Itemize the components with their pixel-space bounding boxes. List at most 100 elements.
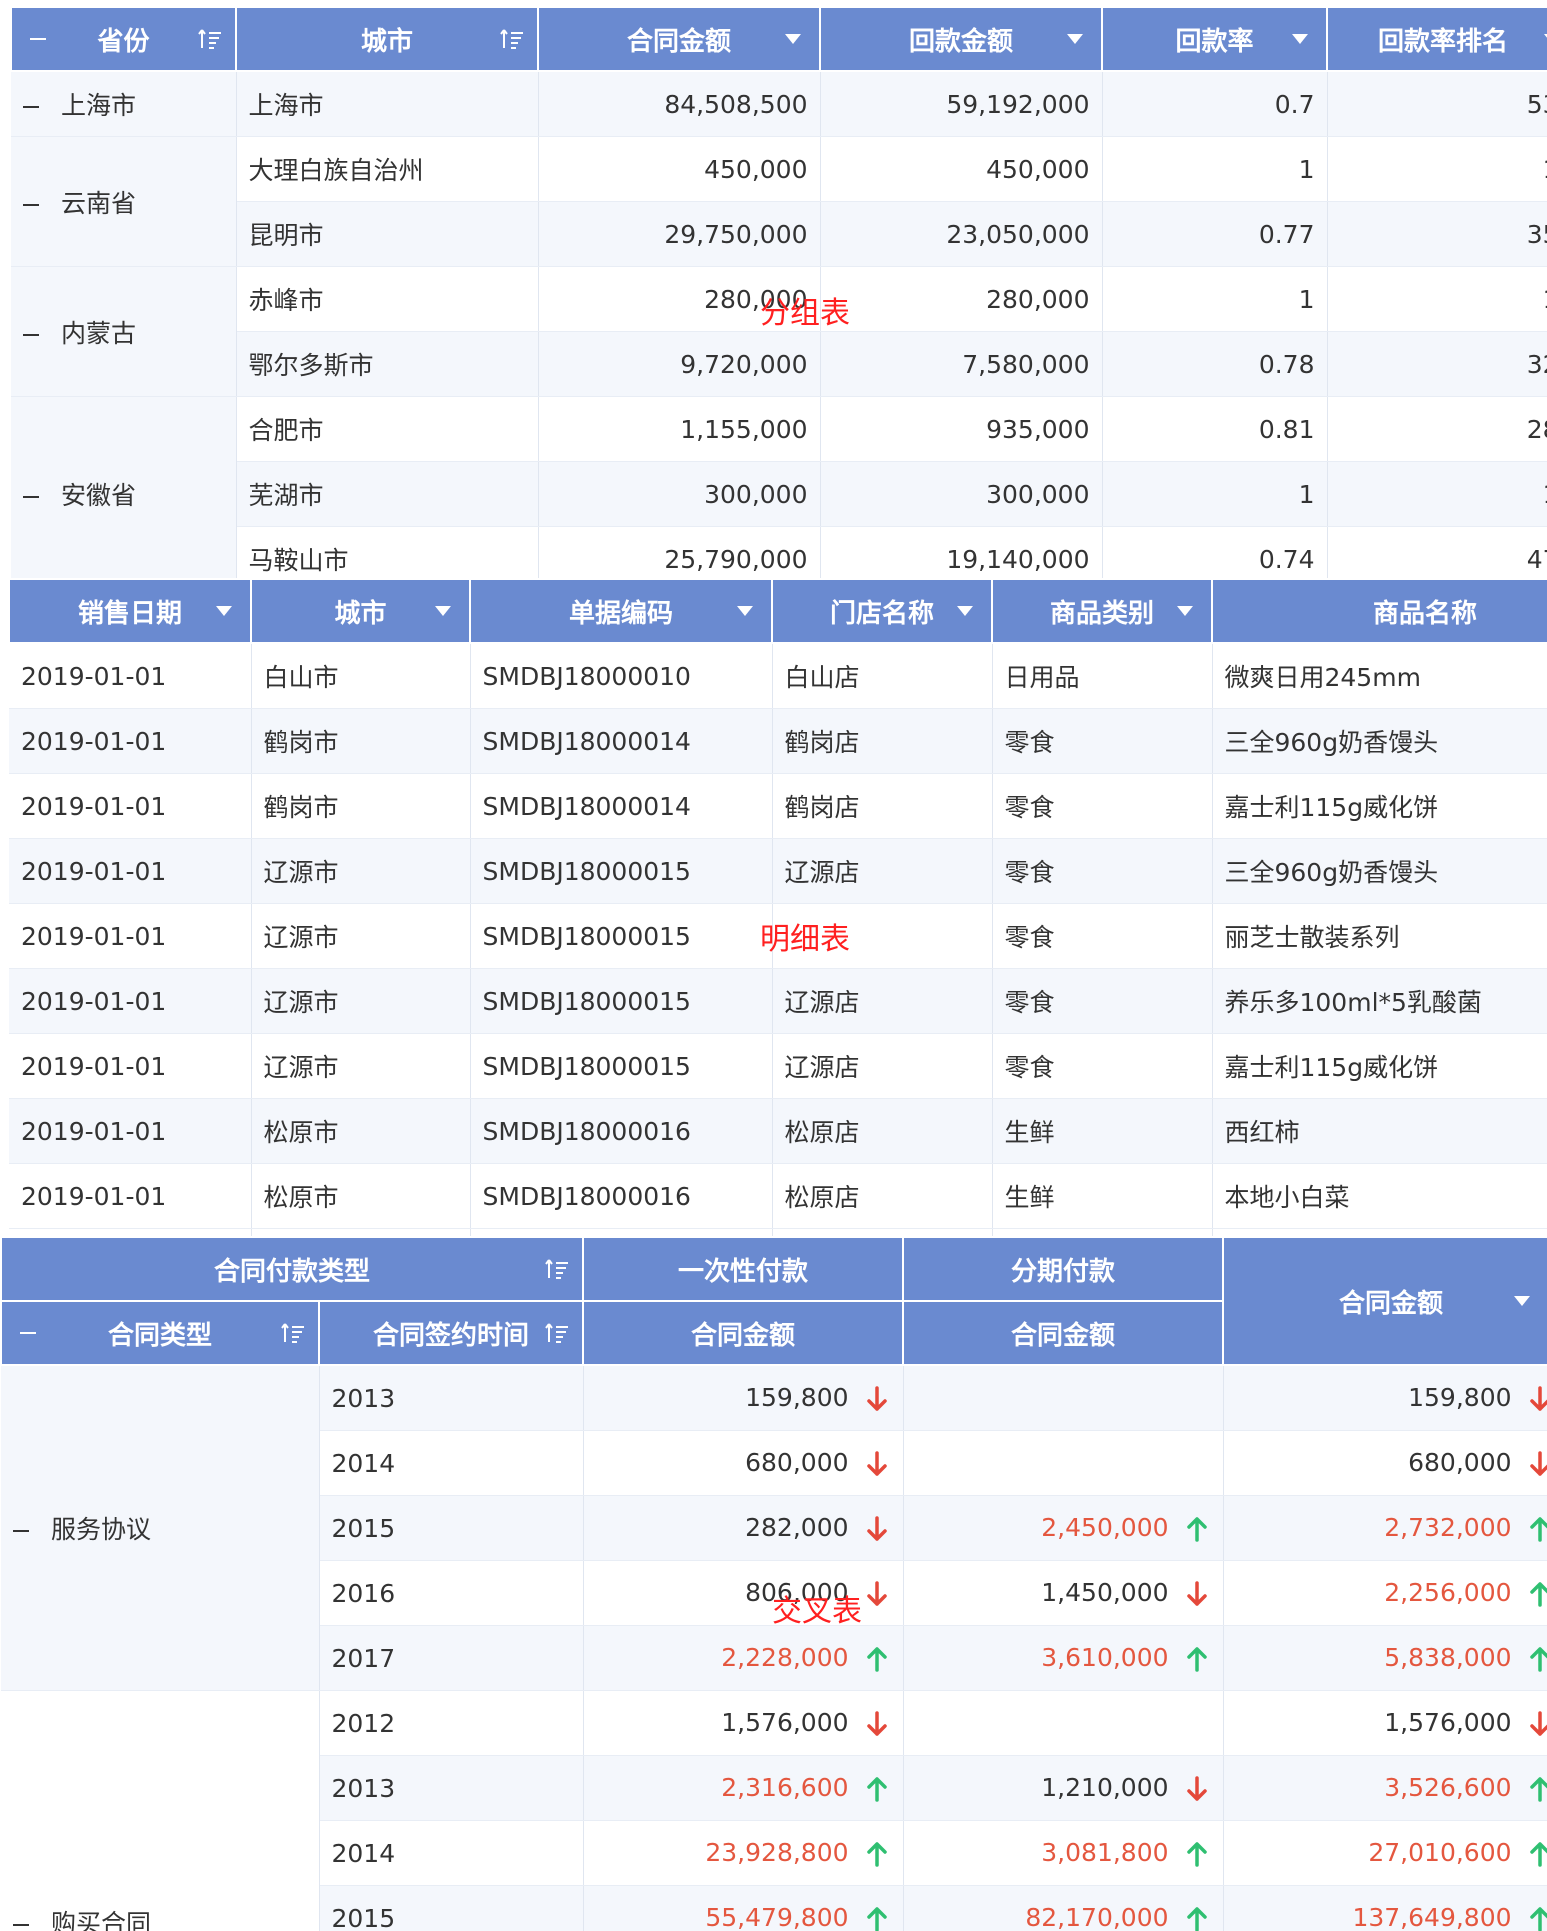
header-province[interactable]: 省份 bbox=[10, 6, 237, 72]
cell-total-amount: 3,526,600 bbox=[1223, 1755, 1547, 1821]
dropdown-icon[interactable] bbox=[1514, 1296, 1531, 1306]
arrow-down-icon bbox=[1183, 1775, 1211, 1803]
arrow-down-icon bbox=[1526, 1710, 1547, 1738]
cell-lump-sum-amount: 1,576,000 bbox=[583, 1690, 904, 1756]
header-store-name[interactable]: 门店名称 bbox=[771, 578, 993, 644]
sort-icon[interactable] bbox=[544, 1257, 570, 1281]
dropdown-icon[interactable] bbox=[957, 606, 973, 616]
arrow-up-icon bbox=[1526, 1580, 1547, 1608]
cell-contract-amount: 1,155,000 bbox=[538, 396, 821, 462]
cell-payment-amount: 280,000 bbox=[820, 266, 1103, 332]
table-row: 芜湖市300,000300,00011 bbox=[11, 461, 1547, 527]
dropdown-icon[interactable] bbox=[737, 606, 753, 616]
cell-city: 赤峰市 bbox=[236, 266, 539, 332]
cell-sale-date: 2019-01-01 bbox=[9, 903, 252, 969]
cell-store-name: 辽源店 bbox=[772, 1033, 993, 1099]
cell-payment-rate: 1 bbox=[1102, 461, 1328, 527]
cell-city: 辽源市 bbox=[251, 1033, 471, 1099]
collapse-all-icon[interactable] bbox=[20, 1332, 36, 1334]
cell-sale-date: 2019-01-01 bbox=[9, 708, 252, 774]
cell-product-name: 三全960g奶香馒头 bbox=[1212, 708, 1547, 774]
cell-city: 松原市 bbox=[251, 1163, 471, 1229]
cross-header-row1: 合同付款类型 一次性付款 分期付款 合同金额 bbox=[0, 1236, 1547, 1366]
collapse-icon[interactable] bbox=[23, 203, 39, 206]
cross-table-section: 合同付款类型 一次性付款 分期付款 合同金额 合同类型 合同签约时间 合同金额 … bbox=[0, 1236, 1547, 1931]
arrow-up-icon bbox=[1526, 1645, 1547, 1673]
collapse-all-icon[interactable] bbox=[30, 38, 46, 40]
cell-contract-amount: 84,508,500 bbox=[538, 71, 821, 137]
collapse-icon[interactable] bbox=[13, 1530, 29, 1532]
collapse-icon[interactable] bbox=[23, 106, 39, 108]
empty-cell bbox=[251, 1228, 471, 1236]
sort-icon[interactable] bbox=[544, 1321, 570, 1345]
cell-sale-date: 2019-01-01 bbox=[9, 1033, 252, 1099]
amount-value: 1,450,000 bbox=[1041, 1578, 1169, 1607]
header-payment-type[interactable]: 合同付款类型 bbox=[0, 1236, 585, 1302]
arrow-down-icon bbox=[1526, 1450, 1547, 1478]
cell-contract-amount: 450,000 bbox=[538, 136, 821, 202]
header-contract-total[interactable]: 合同金额 bbox=[1222, 1236, 1547, 1366]
arrow-up-icon bbox=[1526, 1515, 1547, 1543]
table-row: 鄂尔多斯市9,720,0007,580,0000.7832 bbox=[11, 331, 1547, 397]
header-contract-type[interactable]: 合同类型 bbox=[0, 1300, 320, 1366]
amount-value: 3,610,000 bbox=[1041, 1643, 1169, 1672]
table-row: 2019-01-01 松原市 SMDBJ18000016 松原店 生鲜 本地小白菜 bbox=[9, 1163, 1547, 1229]
amount-value: 27,010,600 bbox=[1368, 1838, 1512, 1867]
amount-value: 282,000 bbox=[745, 1513, 849, 1542]
cell-installment-amount bbox=[903, 1690, 1224, 1756]
collapse-icon[interactable] bbox=[23, 333, 39, 336]
cell-payment-rank: 28 bbox=[1327, 396, 1547, 462]
cell-city: 辽源市 bbox=[251, 903, 471, 969]
cell-payment-amount: 300,000 bbox=[820, 461, 1103, 527]
amount-value: 1,576,000 bbox=[1384, 1708, 1512, 1737]
cell-contract-amount: 29,750,000 bbox=[538, 201, 821, 267]
cell-total-amount: 1,576,000 bbox=[1223, 1690, 1547, 1756]
sort-icon[interactable] bbox=[197, 27, 223, 51]
header-city[interactable]: 城市 bbox=[235, 6, 539, 72]
header-sign-time[interactable]: 合同签约时间 bbox=[317, 1300, 585, 1366]
collapse-icon[interactable] bbox=[23, 496, 39, 498]
arrow-down-icon bbox=[863, 1580, 891, 1608]
header-payment-amount[interactable]: 回款金额 bbox=[819, 6, 1103, 72]
header-city[interactable]: 城市 bbox=[250, 578, 471, 644]
cell-city: 辽源市 bbox=[251, 838, 471, 904]
sort-icon[interactable] bbox=[499, 27, 525, 51]
dropdown-icon[interactable] bbox=[435, 606, 451, 616]
header-doc-code[interactable]: 单据编码 bbox=[469, 578, 773, 644]
cell-contract-amount: 9,720,000 bbox=[538, 331, 821, 397]
amount-value: 2,316,600 bbox=[721, 1773, 849, 1802]
dropdown-icon[interactable] bbox=[1067, 34, 1083, 44]
cell-doc-code: SMDBJ18000016 bbox=[470, 1098, 773, 1164]
detail-table-header: 销售日期 城市 单据编码 门店名称 商品类别 商品名称 bbox=[8, 578, 1547, 644]
header-category[interactable]: 商品类别 bbox=[991, 578, 1213, 644]
dropdown-icon[interactable] bbox=[785, 34, 801, 44]
collapse-icon[interactable] bbox=[13, 1924, 29, 1926]
cell-total-amount: 27,010,600 bbox=[1223, 1820, 1547, 1886]
cell-sale-date: 2019-01-01 bbox=[9, 1098, 252, 1164]
dropdown-icon[interactable] bbox=[1177, 606, 1193, 616]
arrow-up-icon bbox=[863, 1775, 891, 1803]
header-product-name[interactable]: 商品名称 bbox=[1211, 578, 1547, 644]
sort-icon[interactable] bbox=[280, 1321, 306, 1345]
amount-value: 3,081,800 bbox=[1041, 1838, 1169, 1867]
dropdown-icon[interactable] bbox=[216, 606, 232, 616]
dropdown-icon[interactable] bbox=[1292, 34, 1308, 44]
province-label: 云南省 bbox=[61, 188, 137, 218]
cell-sale-date: 2019-01-01 bbox=[9, 968, 252, 1034]
cell-category: 生鲜 bbox=[992, 1163, 1213, 1229]
header-installment-amount: 合同金额 bbox=[902, 1300, 1225, 1366]
cell-store-name: 辽源店 bbox=[772, 838, 993, 904]
arrow-up-icon bbox=[863, 1645, 891, 1673]
cell-year: 2016 bbox=[319, 1560, 584, 1626]
cell-year: 2013 bbox=[319, 1755, 584, 1821]
header-contract-amount[interactable]: 合同金额 bbox=[537, 6, 821, 72]
header-payment-rank[interactable]: 回款率排名 bbox=[1326, 6, 1547, 72]
group-cell-province: 云南省 bbox=[11, 136, 237, 267]
group-cell-contract-type: 服务协议 bbox=[1, 1365, 320, 1691]
cell-sale-date: 2019-01-01 bbox=[9, 643, 252, 709]
amount-value: 2,450,000 bbox=[1041, 1513, 1169, 1542]
cell-payment-rate: 1 bbox=[1102, 266, 1328, 332]
header-sale-date[interactable]: 销售日期 bbox=[8, 578, 252, 644]
header-payment-rate[interactable]: 回款率 bbox=[1101, 6, 1328, 72]
grouped-table-label: 分组表 bbox=[760, 296, 850, 331]
